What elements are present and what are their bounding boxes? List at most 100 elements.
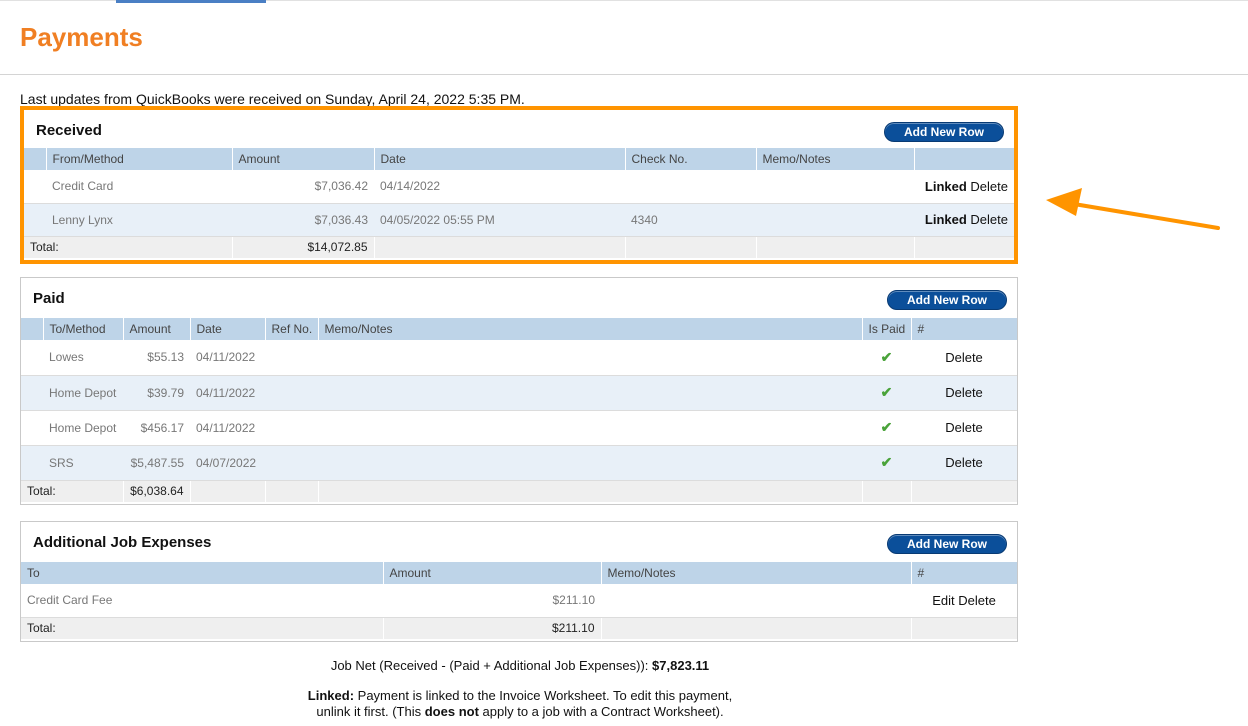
expenses-section: Additional Job Expenses Add New Row To A… — [20, 521, 1018, 642]
table-row[interactable]: Credit Card $7,036.42 04/14/2022 Linked … — [24, 170, 1014, 204]
amount-cell: $5,487.55 — [123, 445, 190, 481]
amount-cell: $211.10 — [383, 584, 601, 618]
memo-cell — [318, 340, 862, 376]
date-cell: 04/05/2022 05:55 PM — [374, 203, 625, 237]
table-row[interactable]: Credit Card Fee $211.10 Edit Delete — [21, 584, 1017, 618]
expenses-title: Additional Job Expenses — [33, 534, 212, 551]
is-paid-cell[interactable]: ✔ — [862, 375, 911, 411]
header-memo-notes[interactable]: Memo/Notes — [601, 562, 912, 584]
linked-toggle[interactable]: Linked — [925, 212, 967, 227]
paid-section: Paid Add New Row To/Method Amount Date R… — [20, 277, 1018, 505]
memo-cell — [601, 584, 911, 618]
received-header-row: From/Method Amount Date Check No. Memo/N… — [24, 148, 1014, 170]
header-amount[interactable]: Amount — [383, 562, 602, 584]
amount-cell: $7,036.42 — [232, 170, 374, 204]
header-actions — [914, 148, 1014, 170]
header-hash: # — [911, 318, 1017, 340]
header-hash: # — [911, 562, 1017, 584]
checkmark-icon: ✔ — [880, 454, 893, 470]
ref-no-cell — [265, 375, 318, 411]
delete-link[interactable]: Delete — [911, 410, 1017, 446]
delete-link[interactable]: Delete — [911, 375, 1017, 411]
received-section: Received Add New Row From/Method Amount … — [20, 106, 1018, 264]
paid-table: To/Method Amount Date Ref No. Memo/Notes… — [21, 318, 1017, 502]
table-row[interactable]: SRS $5,487.55 04/07/2022 ✔ Delete — [21, 445, 1017, 481]
table-row[interactable]: Home Depot $39.79 04/11/2022 ✔ Delete — [21, 375, 1017, 411]
delete-link[interactable]: Delete — [911, 445, 1017, 481]
to-method-cell: Home Depot — [43, 410, 123, 446]
to-method-cell: SRS — [43, 445, 123, 481]
table-row[interactable]: Home Depot $456.17 04/11/2022 ✔ Delete — [21, 410, 1017, 446]
check-no-cell: 4340 — [625, 203, 756, 237]
ref-no-cell — [265, 445, 318, 481]
delete-link[interactable]: Delete — [958, 593, 996, 608]
expenses-add-row-button[interactable]: Add New Row — [887, 534, 1007, 554]
from-method-cell: Credit Card — [46, 170, 232, 204]
expenses-table: To Amount Memo/Notes # Credit Card Fee $… — [21, 562, 1017, 639]
row-actions: Edit Delete — [911, 584, 1017, 618]
linked-toggle[interactable]: Linked — [925, 179, 967, 194]
header-from-method[interactable]: From/Method — [46, 148, 233, 170]
annotation-arrow-icon — [1046, 188, 1220, 230]
memo-cell — [318, 375, 862, 411]
header-amount[interactable]: Amount — [123, 318, 191, 340]
to-method-cell: Home Depot — [43, 375, 123, 411]
paid-title: Paid — [33, 290, 65, 307]
active-tab-indicator[interactable] — [116, 0, 266, 3]
header-to-method[interactable]: To/Method — [43, 318, 124, 340]
ref-no-cell — [265, 340, 318, 376]
delete-link[interactable]: Delete — [911, 340, 1017, 376]
delete-link[interactable]: Delete — [970, 179, 1008, 194]
quickbooks-update-note: Last updates from QuickBooks were receiv… — [20, 91, 525, 107]
total-label: Total: — [21, 617, 384, 639]
is-paid-cell[interactable]: ✔ — [862, 410, 911, 446]
job-net-value: $7,823.11 — [652, 658, 710, 673]
received-title: Received — [36, 122, 102, 139]
linked-note-text-2: unlink it first. (This — [316, 704, 422, 719]
header-to[interactable]: To — [21, 562, 384, 584]
linked-note-emphasis: does not — [424, 704, 479, 719]
header-spacer — [21, 318, 44, 340]
total-amount: $211.10 — [383, 617, 602, 639]
table-row[interactable]: Lenny Lynx $7,036.43 04/05/2022 05:55 PM… — [24, 203, 1014, 237]
header-spacer — [24, 148, 47, 170]
header-check-no[interactable]: Check No. — [625, 148, 757, 170]
header-date[interactable]: Date — [374, 148, 626, 170]
is-paid-cell[interactable]: ✔ — [862, 340, 911, 376]
linked-note-label: Linked: — [307, 688, 355, 703]
ref-no-cell — [265, 410, 318, 446]
header-date[interactable]: Date — [190, 318, 266, 340]
checkmark-icon: ✔ — [880, 419, 893, 435]
amount-cell: $39.79 — [123, 375, 190, 411]
header-memo-notes[interactable]: Memo/Notes — [756, 148, 915, 170]
amount-cell: $55.13 — [123, 340, 190, 376]
date-cell: 04/11/2022 — [190, 340, 265, 376]
title-divider — [0, 74, 1248, 75]
total-label: Total: — [24, 236, 233, 258]
header-memo-notes[interactable]: Memo/Notes — [318, 318, 863, 340]
linked-note-text-1: Payment is linked to the Invoice Workshe… — [357, 688, 733, 703]
date-cell: 04/07/2022 — [190, 445, 265, 481]
to-cell: Credit Card Fee — [21, 584, 383, 618]
header-is-paid[interactable]: Is Paid — [862, 318, 912, 340]
amount-cell: $7,036.43 — [232, 203, 374, 237]
total-label: Total: — [21, 480, 124, 502]
date-cell: 04/11/2022 — [190, 375, 265, 411]
header-amount[interactable]: Amount — [232, 148, 375, 170]
linked-note: Linked: Payment is linked to the Invoice… — [0, 688, 1040, 720]
from-method-cell: Lenny Lynx — [46, 203, 232, 237]
expenses-header-row: To Amount Memo/Notes # — [21, 562, 1017, 584]
page-title: Payments — [20, 22, 143, 52]
delete-link[interactable]: Delete — [970, 212, 1008, 227]
table-row[interactable]: Lowes $55.13 04/11/2022 ✔ Delete — [21, 340, 1017, 376]
job-net-label: Job Net (Received - (Paid + Additional J… — [330, 658, 649, 673]
paid-header-row: To/Method Amount Date Ref No. Memo/Notes… — [21, 318, 1017, 340]
edit-link[interactable]: Edit — [932, 593, 954, 608]
date-cell: 04/11/2022 — [190, 410, 265, 446]
paid-add-row-button[interactable]: Add New Row — [887, 290, 1007, 310]
is-paid-cell[interactable]: ✔ — [862, 445, 911, 481]
header-ref-no[interactable]: Ref No. — [265, 318, 319, 340]
total-amount: $6,038.64 — [123, 480, 191, 502]
received-add-row-button[interactable]: Add New Row — [884, 122, 1004, 142]
checkmark-icon: ✔ — [880, 384, 893, 400]
